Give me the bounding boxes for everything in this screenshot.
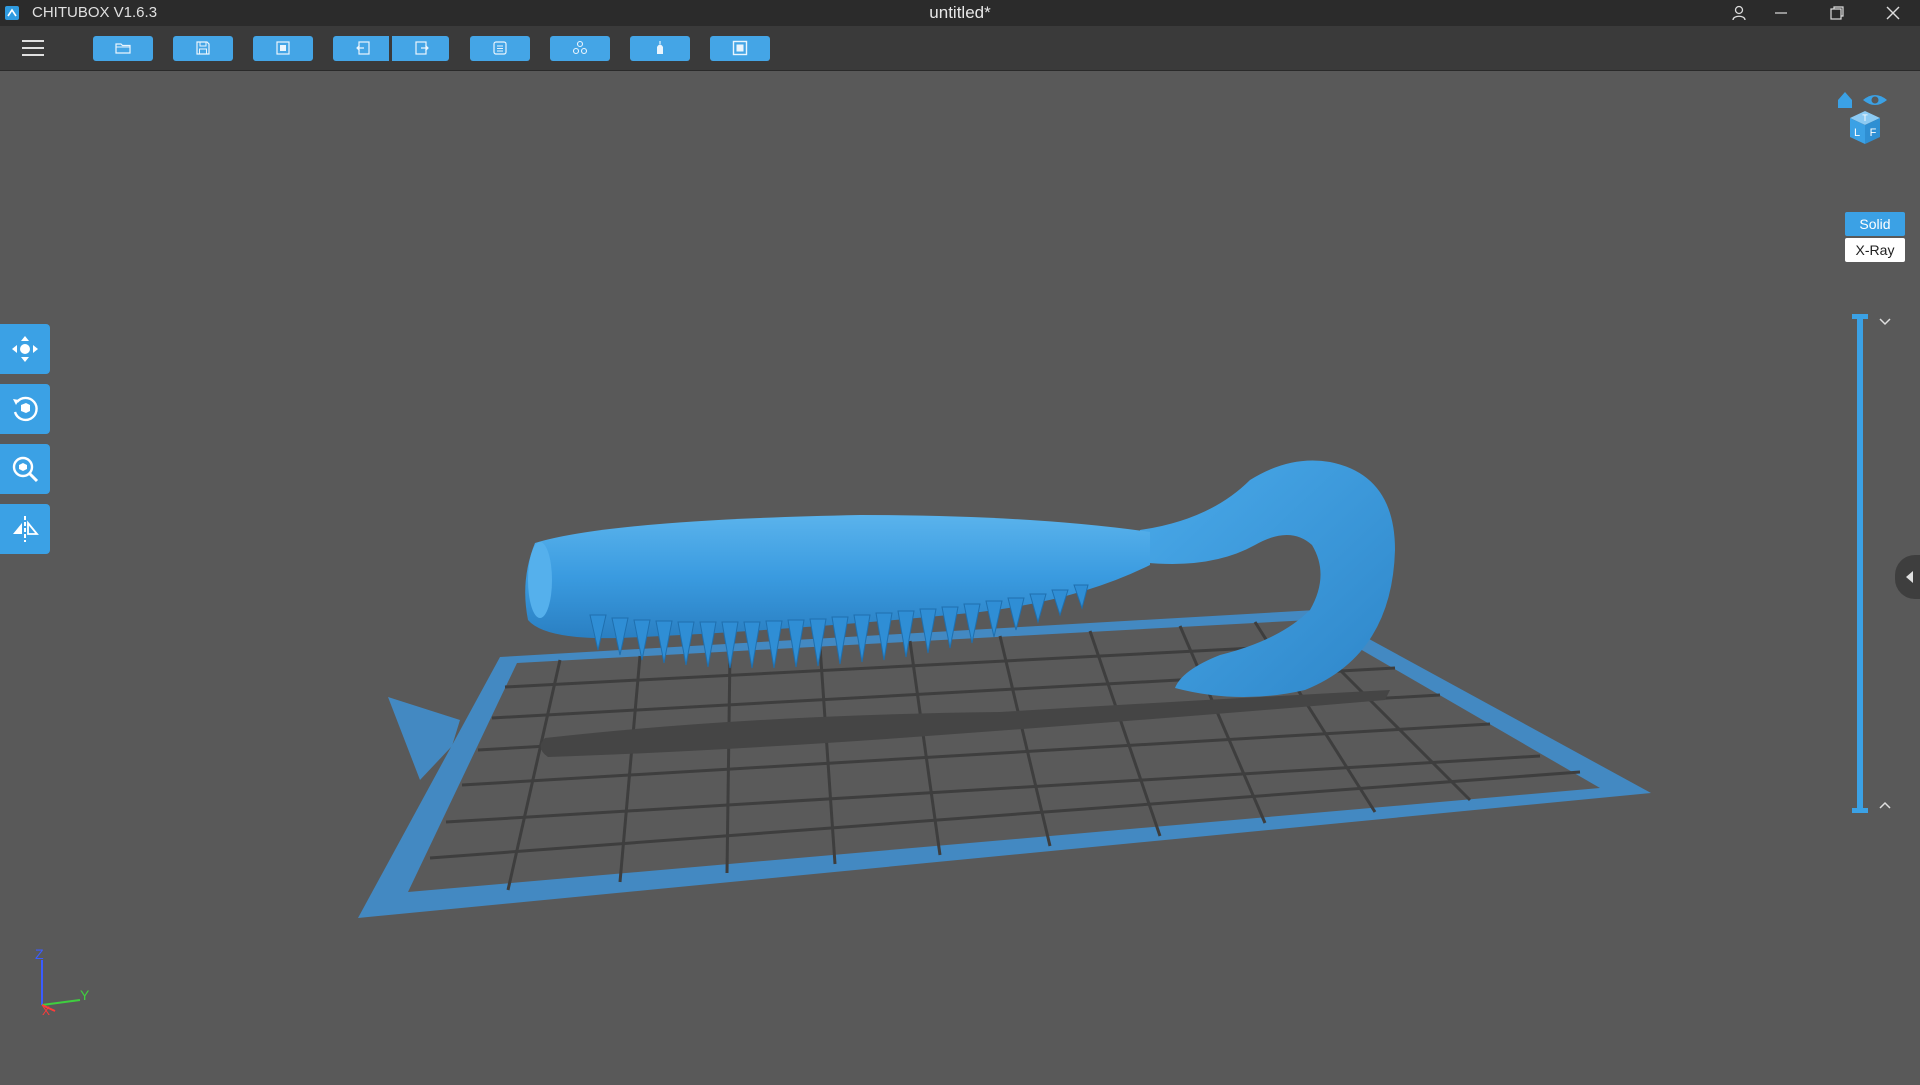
scale-tool-button[interactable]	[0, 444, 50, 494]
3d-viewport[interactable]	[0, 70, 1920, 1080]
document-title: untitled*	[929, 3, 991, 22]
hollow-button[interactable]	[630, 36, 690, 61]
scale-icon	[12, 456, 39, 483]
build-plate	[358, 610, 1651, 918]
hamburger-icon	[22, 40, 44, 42]
settings-icon	[493, 41, 507, 55]
chevron-down-icon[interactable]	[1878, 317, 1892, 327]
undo-button[interactable]	[333, 36, 389, 61]
move-icon	[12, 336, 38, 362]
close-button[interactable]	[1870, 0, 1916, 26]
user-icon	[1732, 5, 1746, 21]
account-button[interactable]	[1716, 0, 1762, 26]
minimize-button[interactable]	[1758, 0, 1804, 26]
xray-mode-button[interactable]: X-Ray	[1845, 238, 1905, 262]
close-icon	[1886, 6, 1900, 20]
hamburger-icon-line	[22, 47, 44, 49]
cube-face-left: L	[1854, 127, 1860, 139]
restore-button[interactable]	[1814, 0, 1860, 26]
move-tool-button[interactable]	[0, 324, 50, 374]
z-axis-label: Z	[35, 946, 44, 962]
undo-icon	[356, 41, 370, 55]
cube-face-top: T	[1862, 113, 1868, 123]
hollow-icon	[657, 41, 663, 54]
eye-icon[interactable]	[1863, 95, 1887, 105]
layout-icon	[276, 41, 290, 55]
view-cube[interactable]: T L F	[1835, 88, 1895, 153]
auto-layout-button[interactable]	[253, 36, 313, 61]
chevron-left-icon	[1906, 571, 1913, 583]
axis-indicator: Z Y X	[35, 946, 90, 1015]
orientation-cube[interactable]: T L F	[1850, 111, 1880, 144]
mirror-icon	[13, 516, 39, 542]
cube-face-front: F	[1870, 127, 1877, 139]
supports-button[interactable]	[550, 36, 610, 61]
app-title: CHITUBOX V1.6.3	[32, 4, 158, 21]
chitubox-logo-icon	[5, 6, 19, 20]
support-icon	[572, 40, 588, 55]
x-axis-label: X	[42, 1004, 50, 1015]
restore-icon	[1830, 6, 1844, 20]
build-scene	[358, 460, 1651, 918]
screenshot-icon	[732, 40, 748, 56]
save-icon	[196, 41, 210, 55]
title-bar: CHITUBOX V1.6.3 untitled*	[0, 0, 1920, 26]
chevron-up-icon[interactable]	[1878, 800, 1892, 810]
solid-mode-button[interactable]: Solid	[1845, 212, 1905, 236]
rotate-icon	[13, 396, 38, 422]
layer-slider-bottom-handle[interactable]	[1852, 808, 1868, 813]
minimize-icon	[1775, 12, 1787, 14]
redo-button[interactable]	[392, 36, 449, 61]
open-file-button[interactable]	[93, 36, 153, 61]
settings-button[interactable]	[470, 36, 530, 61]
screenshot-button[interactable]	[710, 36, 770, 61]
rotate-tool-button[interactable]	[0, 384, 50, 434]
hamburger-icon-line	[22, 54, 44, 56]
redo-icon	[415, 41, 429, 55]
main-toolbar	[0, 26, 1920, 71]
layer-slider-track[interactable]	[1857, 318, 1863, 810]
save-button[interactable]	[173, 36, 233, 61]
folder-icon	[115, 43, 131, 54]
y-axis-label: Y	[80, 987, 90, 1003]
menu-button[interactable]	[20, 36, 46, 60]
mirror-tool-button[interactable]	[0, 504, 50, 554]
home-view-icon[interactable]	[1838, 92, 1852, 108]
